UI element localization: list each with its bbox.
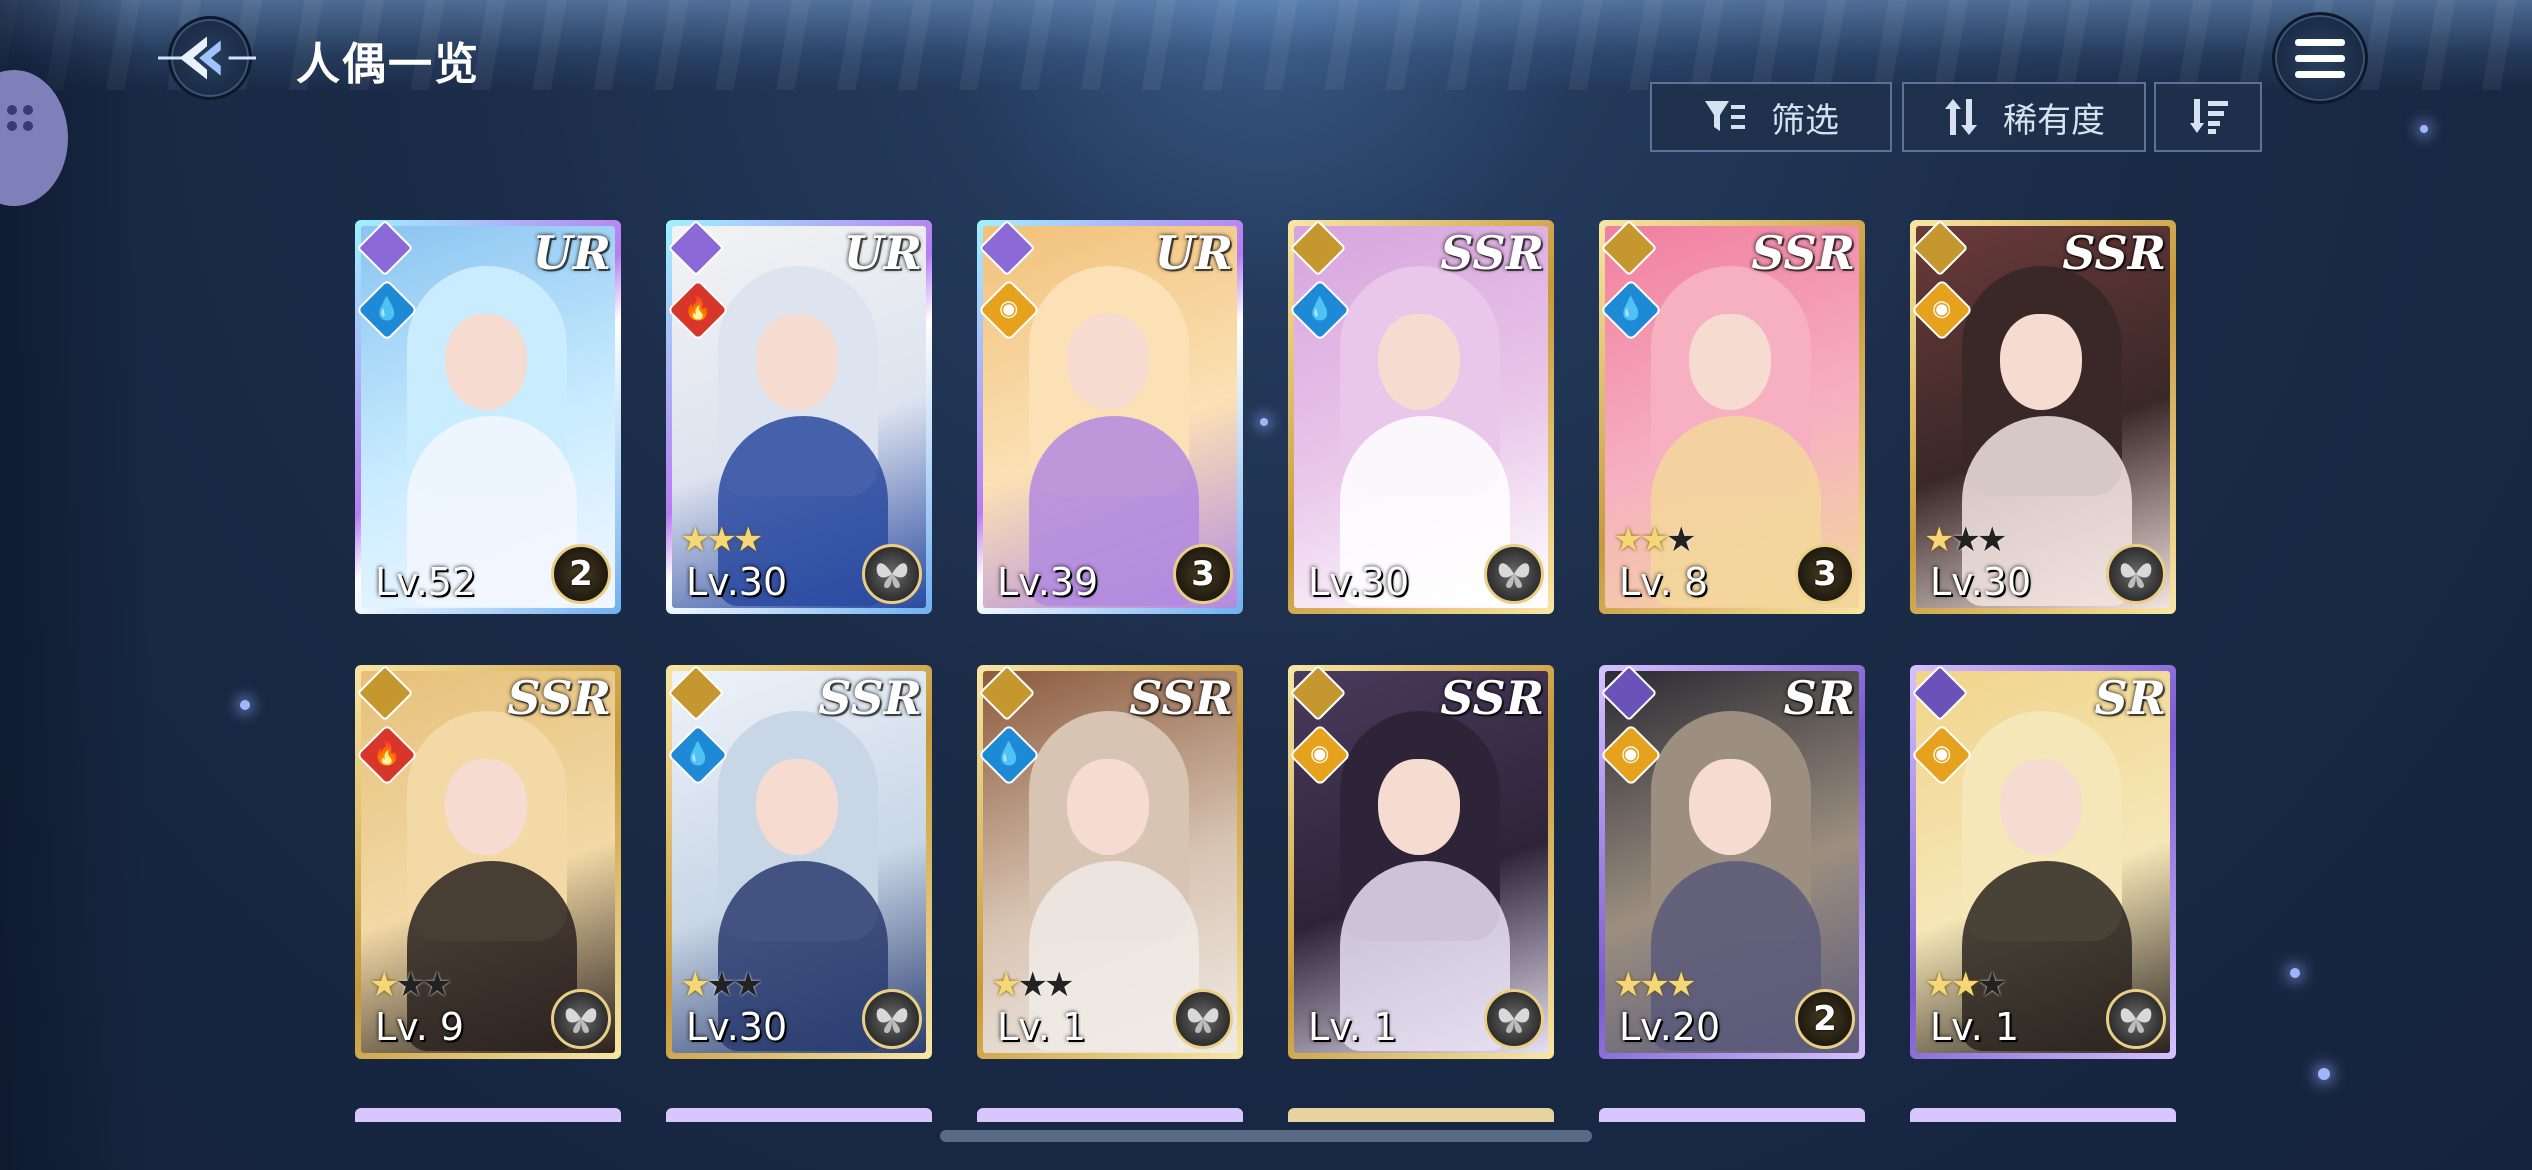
rarity-label: SSR (1440, 671, 1544, 725)
bubble-decoration (2420, 125, 2428, 133)
back-arrow-icon (158, 36, 256, 80)
level-label: Lv. 1 (997, 1005, 1087, 1049)
rarity-label: UR (1154, 226, 1233, 280)
card-peek (1288, 1108, 1554, 1122)
butterfly-icon (1484, 989, 1544, 1049)
level-label: Lv.52 (375, 560, 477, 604)
star-rating: ★★★ (680, 520, 764, 560)
butterfly-icon (862, 989, 922, 1049)
rarity-label: UR (843, 226, 922, 280)
butterfly-icon (2106, 989, 2166, 1049)
butterfly-icon (551, 989, 611, 1049)
level-label: Lv.20 (1619, 1005, 1721, 1049)
doll-card[interactable]: 💧 UR Lv.52 2 (355, 220, 621, 614)
rarity-label: SR (1783, 671, 1855, 725)
doll-card[interactable]: 🔥 UR ★★★ Lv.30 (666, 220, 932, 614)
filter-icon (1705, 101, 1745, 131)
level-label: Lv.30 (686, 1005, 788, 1049)
level-label: Lv.30 (1308, 560, 1410, 604)
level-label: Lv.30 (1930, 560, 2032, 604)
page-title: 人偶一览 (296, 39, 480, 90)
awakening-badge: 3 (1173, 544, 1233, 604)
doll-card[interactable]: ◉ SR ★★★ Lv. 1 (1910, 665, 2176, 1059)
grid-dots-icon (7, 105, 33, 131)
star-rating: ★★★ (680, 965, 764, 1005)
filter-label: 筛选 (1771, 100, 1839, 141)
card-peek (666, 1108, 932, 1122)
rarity-label: SSR (1751, 226, 1855, 280)
doll-card[interactable]: ◉ SR ★★★ Lv.20 2 (1599, 665, 1865, 1059)
card-peek (977, 1108, 1243, 1122)
sort-descending-icon (2190, 99, 2228, 134)
sort-label: 稀有度 (2003, 100, 2105, 141)
doll-card[interactable]: 💧 SSR ★★★ Lv.30 (666, 665, 932, 1059)
card-peek (1910, 1108, 2176, 1122)
sort-order-button[interactable] (2154, 82, 2262, 152)
rarity-label: SSR (1440, 226, 1544, 280)
card-peek (355, 1108, 621, 1122)
rarity-label: UR (532, 226, 611, 280)
star-rating: ★★★ (991, 965, 1075, 1005)
doll-card-grid: 💧 UR Lv.52 2 🔥 UR ★★★ Lv.30 ◉ UR Lv.39 3 💧 SSR Lv.3… (355, 220, 2176, 1120)
menu-button[interactable] (2272, 12, 2368, 104)
level-label: Lv. 1 (1308, 1005, 1398, 1049)
butterfly-icon (2106, 544, 2166, 604)
butterfly-icon (862, 544, 922, 604)
bubble-decoration (240, 700, 250, 710)
doll-card[interactable]: 💧 SSR ★★★ Lv. 1 (977, 665, 1243, 1059)
doll-card[interactable]: 🔥 SSR ★★★ Lv. 9 (355, 665, 621, 1059)
level-label: Lv. 1 (1930, 1005, 2020, 1049)
star-rating: ★★★ (1613, 965, 1697, 1005)
doll-card[interactable]: 💧 SSR ★★★ Lv. 83 (1599, 220, 1865, 614)
bubble-decoration (2290, 968, 2300, 978)
star-rating: ★★★ (1924, 965, 2008, 1005)
doll-card[interactable]: 💧 SSR Lv.30 (1288, 220, 1554, 614)
star-rating: ★★★ (1613, 520, 1697, 560)
star-rating: ★★★ (1924, 520, 2008, 560)
awakening-badge: 3 (1795, 544, 1855, 604)
rarity-label: SR (2094, 671, 2166, 725)
rarity-label: SSR (2062, 226, 2166, 280)
horizontal-scrollbar[interactable] (940, 1130, 1592, 1142)
sort-arrows-icon (1945, 99, 1977, 135)
level-label: Lv. 8 (1619, 560, 1709, 604)
sort-rarity-button[interactable]: 稀有度 (1902, 82, 2146, 152)
rarity-label: SSR (1129, 671, 1233, 725)
filter-button[interactable]: 筛选 (1650, 82, 1892, 152)
doll-card[interactable]: ◉ SSR Lv. 1 (1288, 665, 1554, 1059)
menu-icon (2295, 38, 2345, 46)
back-button[interactable] (158, 12, 256, 104)
level-label: Lv.30 (686, 560, 788, 604)
level-label: Lv.39 (997, 560, 1099, 604)
butterfly-icon (1484, 544, 1544, 604)
star-rating: ★★★ (369, 965, 453, 1005)
rarity-label: SSR (507, 671, 611, 725)
level-label: Lv. 9 (375, 1005, 465, 1049)
awakening-badge: 2 (1795, 989, 1855, 1049)
doll-card[interactable]: ◉ UR Lv.39 3 (977, 220, 1243, 614)
card-peek (1599, 1108, 1865, 1122)
bubble-decoration (2318, 1068, 2330, 1080)
awakening-badge: 2 (551, 544, 611, 604)
doll-card[interactable]: ◉ SSR ★★★ Lv.30 (1910, 220, 2176, 614)
rarity-label: SSR (818, 671, 922, 725)
butterfly-icon (1173, 989, 1233, 1049)
